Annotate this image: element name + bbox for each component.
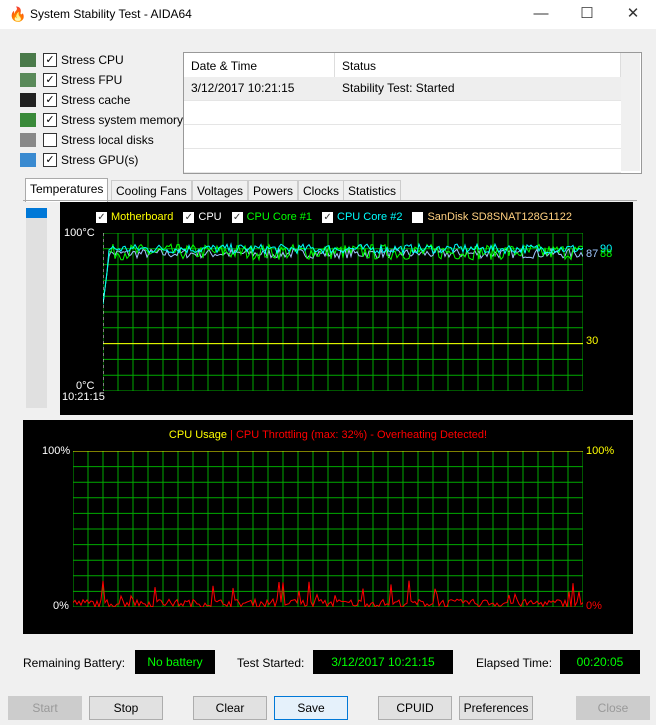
cpu-usage-title: CPU Usage	[168, 429, 227, 441]
option-label: Stress cache	[61, 93, 131, 107]
option-stress-cpu[interactable]: ✓ Stress CPU	[20, 50, 124, 70]
cpu-icon	[20, 53, 36, 67]
y-max-label: 100°C	[64, 227, 95, 239]
checkbox[interactable]: ✓	[43, 113, 57, 127]
y-max-right: 100%	[586, 445, 615, 457]
option-stress-local-disks[interactable]: Stress local disks	[20, 130, 154, 150]
legend-label: SanDisk SD8SNAT128G1122	[427, 211, 572, 223]
aida64-flame-icon: 🔥	[9, 6, 27, 22]
tab-voltages[interactable]: Voltages	[192, 180, 249, 201]
x-start-label: 10:21:15	[62, 391, 105, 403]
legend-item[interactable]: ✓ CPU Core #1	[231, 211, 313, 223]
separator: |	[230, 429, 233, 441]
battery-value: No battery	[135, 650, 215, 674]
tab-temperatures[interactable]: Temperatures	[25, 178, 109, 202]
option-stress-system-memory[interactable]: ✓ Stress system memory	[20, 110, 183, 130]
checkbox[interactable]: ✓	[43, 93, 57, 107]
disk-icon	[20, 133, 36, 147]
legend-checkbox[interactable]: ✓	[322, 211, 334, 223]
column-header-datetime[interactable]: Date & Time	[184, 53, 335, 80]
stop-button[interactable]: Stop	[89, 696, 163, 720]
battery-label: Remaining Battery:	[23, 656, 126, 670]
legend-item[interactable]: ✓ CPU	[183, 211, 222, 223]
y-min-right: 0%	[586, 600, 602, 612]
title-bar: 🔥 System Stability Test - AIDA64 — ☐ ✕	[0, 0, 656, 29]
close-window-button[interactable]: ✕	[610, 0, 656, 29]
legend-label: CPU Core #2	[337, 211, 403, 223]
temperature-plot	[103, 233, 583, 391]
throttling-title: CPU Throttling (max: 32%) - Overheating …	[235, 429, 488, 441]
legend-item[interactable]: ✓ CPU Core #2	[322, 211, 402, 223]
legend-checkbox[interactable]: ✓	[231, 211, 243, 223]
row-datetime: 3/12/2017 10:21:15	[191, 81, 295, 95]
save-button[interactable]: Save	[274, 696, 348, 720]
legend-checkbox[interactable]: ✓	[183, 211, 195, 223]
cpuid-button[interactable]: CPUID	[378, 696, 452, 720]
gpu-icon	[20, 153, 36, 167]
row-status: Stability Test: Started	[342, 81, 455, 95]
tab-clocks[interactable]: Clocks	[298, 180, 345, 201]
checkbox[interactable]: ✓	[43, 153, 57, 167]
legend-item[interactable]: ✓ Motherboard	[96, 211, 173, 223]
panel-scrollbar[interactable]	[26, 208, 47, 408]
tab-powers[interactable]: Powers	[248, 180, 299, 201]
close-button[interactable]: Close	[576, 696, 650, 720]
option-label: Stress GPU(s)	[61, 153, 139, 167]
elapsed-value: 00:20:05	[560, 650, 640, 674]
window-title: System Stability Test - AIDA64	[30, 7, 192, 21]
mb-current-label: 30	[586, 335, 599, 347]
option-label: Stress system memory	[61, 113, 184, 127]
y-max-left: 100%	[42, 445, 71, 457]
temperature-graph: ✓ Motherboard ✓ CPU ✓ CPU Core #1 ✓ CPU Core #2…	[60, 202, 633, 415]
cache-icon	[20, 93, 36, 107]
legend-checkbox[interactable]	[412, 211, 424, 223]
column-header-status[interactable]: Status	[335, 53, 621, 80]
y-min-left: 0%	[53, 600, 69, 612]
tab-cooling-fans[interactable]: Cooling Fans	[111, 180, 192, 201]
cpu-current-label: 87	[586, 248, 599, 260]
minimize-button[interactable]: —	[518, 0, 564, 29]
legend-checkbox[interactable]: ✓	[96, 211, 107, 223]
checkbox[interactable]: ✓	[43, 73, 57, 87]
option-label: Stress CPU	[61, 53, 124, 67]
option-label: Stress local disks	[61, 133, 154, 147]
option-stress-cache[interactable]: ✓ Stress cache	[20, 90, 130, 110]
cpu-usage-graph: CPU Usage | CPU Throttling (max: 32%) - …	[23, 420, 633, 634]
preferences-button[interactable]: Preferences	[459, 696, 533, 720]
clear-button[interactable]: Clear	[193, 696, 267, 720]
test-started-value: 3/12/2017 10:21:15	[313, 650, 453, 674]
memory-icon	[20, 113, 36, 127]
log-table: Date & Time Status 3/12/2017 10:21:15 St…	[183, 52, 642, 174]
option-stress-gpu-s-[interactable]: ✓ Stress GPU(s)	[20, 150, 138, 170]
option-label: Stress FPU	[61, 73, 123, 87]
legend-label: CPU Core #1	[246, 211, 313, 223]
core1-current-label: 88	[600, 248, 613, 260]
legend-item[interactable]: SanDisk SD8SNAT128G1122	[412, 211, 572, 223]
fpu-icon	[20, 73, 36, 87]
legend-label: CPU	[198, 211, 222, 223]
checkbox[interactable]: ✓	[43, 53, 57, 67]
maximize-button[interactable]: ☐	[564, 0, 610, 29]
checkbox[interactable]	[43, 133, 57, 147]
table-row[interactable]: 3/12/2017 10:21:15 Stability Test: Start…	[184, 77, 621, 101]
tab-statistics[interactable]: Statistics	[343, 180, 402, 201]
legend-label: Motherboard	[111, 211, 174, 223]
option-stress-fpu[interactable]: ✓ Stress FPU	[20, 70, 122, 90]
test-started-label: Test Started:	[237, 656, 305, 670]
start-button[interactable]: Start	[8, 696, 82, 720]
cpu-plot	[73, 451, 583, 607]
elapsed-label: Elapsed Time:	[476, 656, 553, 670]
scrollbar[interactable]	[621, 53, 640, 171]
